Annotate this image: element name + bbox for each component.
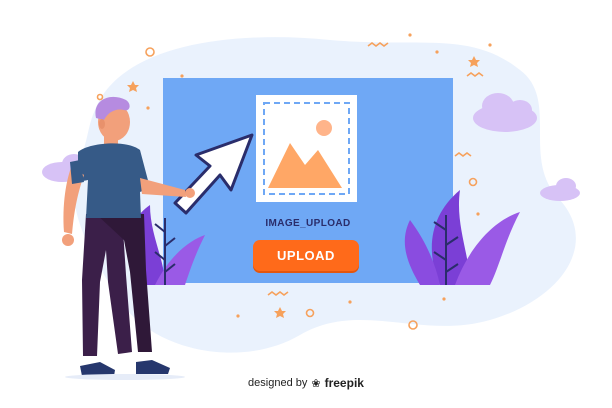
credit-brand: freepik: [324, 376, 364, 390]
designer-credit[interactable]: designed by ❀ freepik: [0, 376, 612, 390]
credit-prefix: designed by: [248, 377, 308, 389]
image-upload-label: IMAGE_UPLOAD: [265, 218, 351, 229]
upload-illustration: IMAGE_UPLOAD UPLOAD designed by ❀ freepi…: [0, 0, 612, 408]
illustration-artwork: [42, 33, 580, 380]
image-placeholder-icon: [256, 95, 357, 202]
freepik-logo-icon: ❀: [311, 377, 321, 390]
upload-button[interactable]: UPLOAD: [253, 240, 359, 271]
